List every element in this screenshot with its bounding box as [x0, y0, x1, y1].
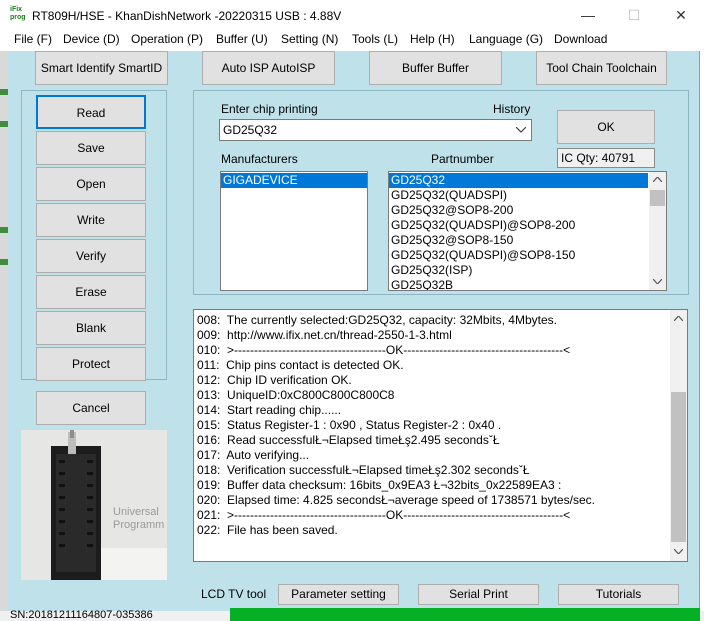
- auto-isp-button[interactable]: Auto ISP AutoISP: [202, 51, 335, 85]
- menu-tools[interactable]: Tools (L): [352, 32, 398, 46]
- manufacturers-label: Manufacturers: [221, 152, 298, 166]
- log-line: 015: Status Register-1 : 0x90 , Status R…: [197, 418, 502, 432]
- log-line: 016: Read successfulŁ¬Elapsed timeŁş2.49…: [197, 433, 500, 447]
- partnumber-label: Partnumber: [431, 152, 494, 166]
- manufacturer-item[interactable]: GIGADEVICE: [221, 173, 367, 188]
- serial-print-button[interactable]: Serial Print: [418, 584, 539, 605]
- ic-qty-field: IC Qty: 40791: [557, 148, 655, 168]
- maximize-button[interactable]: ☐: [611, 0, 657, 31]
- erase-button[interactable]: Erase: [36, 275, 146, 309]
- partnumber-item[interactable]: GD25Q32(QUADSPI)@SOP8-150: [389, 248, 648, 263]
- protect-button[interactable]: Protect: [36, 347, 146, 381]
- log-line: 012: Chip ID verification OK.: [197, 373, 352, 387]
- log-line: 020: Elapsed time: 4.825 secondsŁ¬averag…: [197, 493, 595, 507]
- blank-button[interactable]: Blank: [36, 311, 146, 345]
- partnumber-item[interactable]: GD25Q32(ISP): [389, 263, 648, 278]
- scroll-down-arrow-icon[interactable]: [653, 279, 662, 284]
- partnumber-scrollbar[interactable]: [649, 172, 666, 290]
- log-line: 008: The currently selected:GD25Q32, cap…: [197, 313, 557, 327]
- lcd-tv-tool-label[interactable]: LCD TV tool: [201, 587, 266, 601]
- log-line: 011: Chip pins contact is detected OK.: [197, 358, 404, 372]
- verify-button[interactable]: Verify: [36, 239, 146, 273]
- cancel-button[interactable]: Cancel: [36, 391, 146, 425]
- app-logo-icon: iFix prog: [10, 6, 26, 21]
- programmer-label: Universal Programm: [113, 506, 165, 531]
- log-line: 017: Auto verifying...: [197, 448, 310, 462]
- partnumber-item[interactable]: GD25Q32(QUADSPI)@SOP8-200: [389, 218, 648, 233]
- partnumber-item[interactable]: GD25Q32@SOP8-200: [389, 203, 648, 218]
- menu-download[interactable]: Download: [554, 32, 607, 46]
- menu-device[interactable]: Device (D): [63, 32, 120, 46]
- chip-search-combobox[interactable]: GD25Q32: [219, 119, 532, 141]
- progress-fill: [230, 608, 700, 621]
- write-button[interactable]: Write: [36, 203, 146, 237]
- programmer-illustration: [21, 430, 167, 580]
- background-window-strip: [0, 51, 8, 611]
- window-border-right: [699, 51, 704, 621]
- chevron-down-icon[interactable]: [516, 127, 526, 133]
- save-button[interactable]: Save: [36, 131, 146, 165]
- partnumber-item[interactable]: GD25Q32@SOP8-150: [389, 233, 648, 248]
- tutorials-button[interactable]: Tutorials: [558, 584, 679, 605]
- log-line: 018: Verification successfulŁ¬Elapsed ti…: [197, 463, 530, 477]
- log-line: 013: UniqueID:0xC800C800C800C8: [197, 388, 395, 402]
- chip-search-value: GD25Q32: [223, 123, 278, 137]
- log-line: 019: Buffer data checksum: 16bits_0x9EA3…: [197, 478, 562, 492]
- log-scrollbar[interactable]: [670, 310, 687, 561]
- toolchain-button[interactable]: Tool Chain Toolchain: [536, 51, 667, 85]
- log-line: 022: File has been saved.: [197, 523, 338, 537]
- menu-setting[interactable]: Setting (N): [281, 32, 338, 46]
- scrollbar-thumb[interactable]: [650, 190, 665, 206]
- log-line: 021: >----------------------------------…: [197, 508, 571, 522]
- log-line: 009: http://www.ifix.net.cn/thread-2550-…: [197, 328, 452, 342]
- chip-printing-label: Enter chip printing: [221, 102, 318, 116]
- programmer-photo: Universal Programm: [21, 430, 167, 580]
- smart-identify-button[interactable]: Smart Identify SmartID: [35, 51, 168, 85]
- close-button[interactable]: ✕: [658, 0, 704, 31]
- open-button[interactable]: Open: [36, 167, 146, 201]
- manufacturers-list[interactable]: GIGADEVICE: [220, 171, 368, 291]
- buffer-button[interactable]: Buffer Buffer: [369, 51, 502, 85]
- partnumber-item[interactable]: GD25Q32B: [389, 278, 648, 290]
- serial-number: SN:20181211164807-035386: [10, 609, 153, 621]
- log-line: 014: Start reading chip......: [197, 403, 342, 417]
- window-title: RT809H/HSE - KhanDishNetwork -20220315 U…: [32, 9, 342, 23]
- progress-bar: [230, 608, 700, 621]
- menu-help[interactable]: Help (H): [410, 32, 455, 46]
- scroll-up-arrow-icon[interactable]: [653, 177, 662, 182]
- log-scrollbar-thumb[interactable]: [671, 392, 686, 542]
- log-line: 010: >----------------------------------…: [197, 343, 571, 357]
- log-output[interactable]: 008: The currently selected:GD25Q32, cap…: [193, 309, 688, 562]
- menu-language[interactable]: Language (G): [469, 32, 543, 46]
- menu-operation[interactable]: Operation (P): [131, 32, 203, 46]
- scroll-down-arrow-icon[interactable]: [674, 549, 683, 554]
- read-button[interactable]: Read: [36, 95, 146, 129]
- menu-buffer[interactable]: Buffer (U): [216, 32, 268, 46]
- minimize-button[interactable]: —: [565, 0, 611, 31]
- history-label: History: [493, 102, 531, 116]
- partnumber-item[interactable]: GD25Q32: [389, 173, 648, 188]
- menu-file[interactable]: File (F): [14, 32, 52, 46]
- parameter-setting-button[interactable]: Parameter setting: [278, 584, 399, 605]
- ok-button[interactable]: OK: [557, 110, 655, 144]
- partnumber-list[interactable]: GD25Q32 GD25Q32(QUADSPI) GD25Q32@SOP8-200 G…: [388, 171, 667, 291]
- partnumber-item[interactable]: GD25Q32(QUADSPI): [389, 188, 648, 203]
- scroll-up-arrow-icon[interactable]: [674, 316, 683, 321]
